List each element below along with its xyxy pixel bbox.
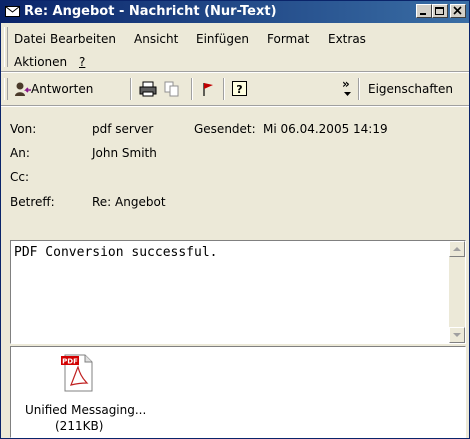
toolbar-separator — [358, 78, 360, 100]
menu-grip[interactable] — [4, 27, 8, 67]
svg-text:?: ? — [236, 83, 242, 96]
menu-bar: Datei Bearbeiten Ansicht Einfügen Format… — [1, 23, 469, 71]
vertical-scrollbar[interactable] — [449, 241, 465, 343]
print-icon — [139, 81, 157, 97]
sent-label: Gesendet: — [194, 122, 256, 136]
pdf-file-icon[interactable]: PDF — [61, 353, 95, 393]
close-icon — [453, 6, 462, 15]
reply-button[interactable]: Antworten — [10, 77, 126, 101]
message-body-text: PDF Conversion successful. — [14, 245, 218, 260]
scroll-down-button[interactable] — [449, 327, 465, 343]
toolbar-overflow-button[interactable]: » — [342, 77, 350, 91]
menu-datei[interactable]: Datei — [14, 32, 46, 46]
toolbar-separator — [130, 78, 132, 100]
properties-button[interactable]: Eigenschaften — [368, 82, 453, 96]
reply-label: Antworten — [31, 82, 94, 96]
to-label: An: — [10, 146, 30, 160]
cc-label: Cc: — [10, 170, 30, 184]
maximize-icon — [435, 7, 444, 15]
pdf-badge-label: PDF — [62, 358, 78, 366]
toolbar-grip[interactable] — [4, 78, 8, 100]
flag-button[interactable] — [197, 77, 219, 101]
toolbar-separator — [223, 78, 225, 100]
message-body[interactable]: PDF Conversion successful. — [10, 240, 466, 344]
scroll-down-icon — [453, 333, 461, 337]
toolbar-separator — [191, 78, 193, 100]
scroll-up-button[interactable] — [449, 241, 465, 257]
minimize-button[interactable] — [416, 4, 432, 18]
attachment-name[interactable]: Unified Messaging... — [25, 403, 146, 417]
toolbar: Antworten ? » Eigenschaften — [1, 73, 469, 105]
menu-help[interactable]: ? — [79, 55, 85, 69]
chevron-down-icon — [344, 92, 351, 96]
subject-label: Betreff: — [10, 195, 55, 209]
attachment-size: (211KB) — [55, 419, 104, 433]
help-button[interactable]: ? — [229, 77, 251, 101]
from-label: Von: — [10, 122, 37, 136]
subject-value: Re: Angebot — [92, 195, 166, 209]
copy-icon — [164, 81, 179, 97]
envelope-icon — [5, 6, 20, 17]
print-button[interactable] — [137, 77, 159, 101]
menu-extras[interactable]: Extras — [328, 32, 366, 46]
copy-button[interactable] — [161, 77, 183, 101]
from-value: pdf server — [92, 122, 154, 136]
scroll-up-icon — [453, 247, 461, 251]
menu-einfuegen[interactable]: Einfügen — [196, 32, 249, 46]
message-window: Re: Angebot - Nachricht (Nur-Text) Datei… — [0, 0, 470, 439]
menu-bearbeiten[interactable]: Bearbeiten — [50, 32, 116, 46]
flag-icon — [203, 83, 213, 96]
attachment-pane: PDF Unified Messaging... (211KB) — [10, 346, 466, 438]
window-title: Re: Angebot - Nachricht (Nur-Text) — [24, 4, 277, 19]
title-bar[interactable]: Re: Angebot - Nachricht (Nur-Text) — [1, 1, 469, 23]
minimize-icon — [420, 13, 426, 15]
help-icon: ? — [232, 81, 247, 96]
to-value: John Smith — [92, 146, 157, 160]
menu-ansicht[interactable]: Ansicht — [134, 32, 178, 46]
sent-value: Mi 06.04.2005 14:19 — [263, 122, 388, 136]
menu-format[interactable]: Format — [267, 32, 309, 46]
maximize-button[interactable] — [432, 4, 448, 18]
reply-icon — [15, 82, 31, 96]
message-header: Von: pdf server Gesendet: Mi 06.04.2005 … — [1, 107, 469, 239]
close-button[interactable] — [450, 4, 466, 18]
menu-aktionen[interactable]: Aktionen — [14, 55, 67, 69]
